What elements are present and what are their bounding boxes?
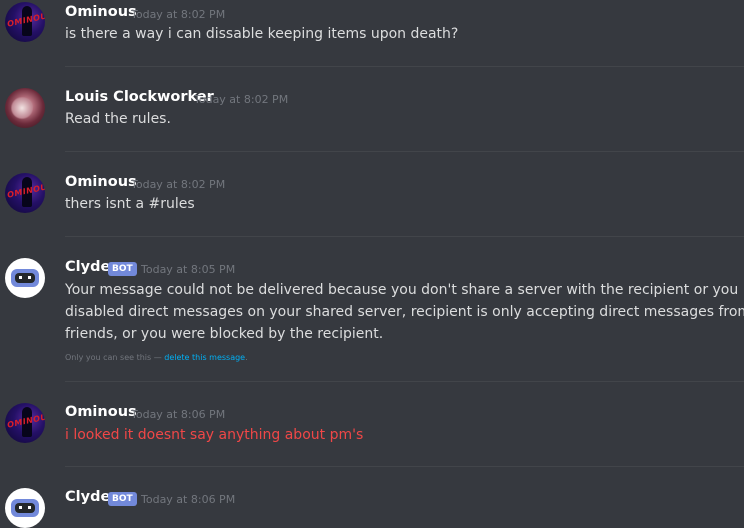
message-divider xyxy=(65,66,744,67)
timestamp: Today at 8:02 PM xyxy=(194,93,289,106)
avatar[interactable]: OMINOUS xyxy=(5,173,45,213)
robot-visor xyxy=(15,503,35,513)
timestamp: Today at 8:02 PM xyxy=(131,8,226,21)
message-divider xyxy=(65,151,744,152)
robot-eye xyxy=(19,276,22,279)
timestamp: Today at 8:05 PM xyxy=(141,263,236,276)
message-text: Read the rules. xyxy=(65,111,171,127)
message-text: Your message could not be delivered beca… xyxy=(65,279,744,345)
message-divider xyxy=(65,236,744,237)
avatar[interactable] xyxy=(5,88,45,128)
ephemeral-note-suffix: . xyxy=(245,353,248,362)
delete-message-link[interactable]: delete this message xyxy=(164,353,245,362)
message-text: is there a way i can dissable keeping it… xyxy=(65,26,459,42)
message-divider xyxy=(65,381,744,382)
robot-eye xyxy=(28,276,31,279)
bot-badge: BOT xyxy=(108,262,137,276)
message-divider xyxy=(65,466,744,467)
message-line: friends, or you were blocked by the reci… xyxy=(65,326,384,342)
bot-badge: BOT xyxy=(108,492,137,506)
username[interactable]: Clyde xyxy=(65,489,110,505)
avatar[interactable]: OMINOUS xyxy=(5,403,45,443)
message-line: disabled direct messages on your shared … xyxy=(65,304,744,320)
username[interactable]: Ominous xyxy=(65,174,137,190)
avatar-figure xyxy=(11,96,33,120)
ephemeral-note-text: Only you can see this — xyxy=(65,353,165,362)
avatar[interactable] xyxy=(5,488,45,528)
avatar[interactable]: OMINOUS xyxy=(5,2,45,42)
message-text: thers isnt a #rules xyxy=(65,196,195,212)
timestamp: Today at 8:06 PM xyxy=(131,408,226,421)
timestamp: Today at 8:02 PM xyxy=(131,178,226,191)
username[interactable]: Louis Clockworker xyxy=(65,89,214,105)
robot-eye xyxy=(28,506,31,509)
timestamp: Today at 8:06 PM xyxy=(141,493,236,506)
robot-eye xyxy=(19,506,22,509)
username[interactable]: Ominous xyxy=(65,404,137,420)
ephemeral-note: Only you can see this — delete this mess… xyxy=(65,353,248,362)
avatar[interactable] xyxy=(5,258,45,298)
username[interactable]: Clyde xyxy=(65,259,110,275)
message-text: i looked it doesnt say anything about pm… xyxy=(65,427,364,443)
message-line: Your message could not be delivered beca… xyxy=(65,282,739,298)
username[interactable]: Ominous xyxy=(65,4,137,20)
robot-visor xyxy=(15,273,35,283)
